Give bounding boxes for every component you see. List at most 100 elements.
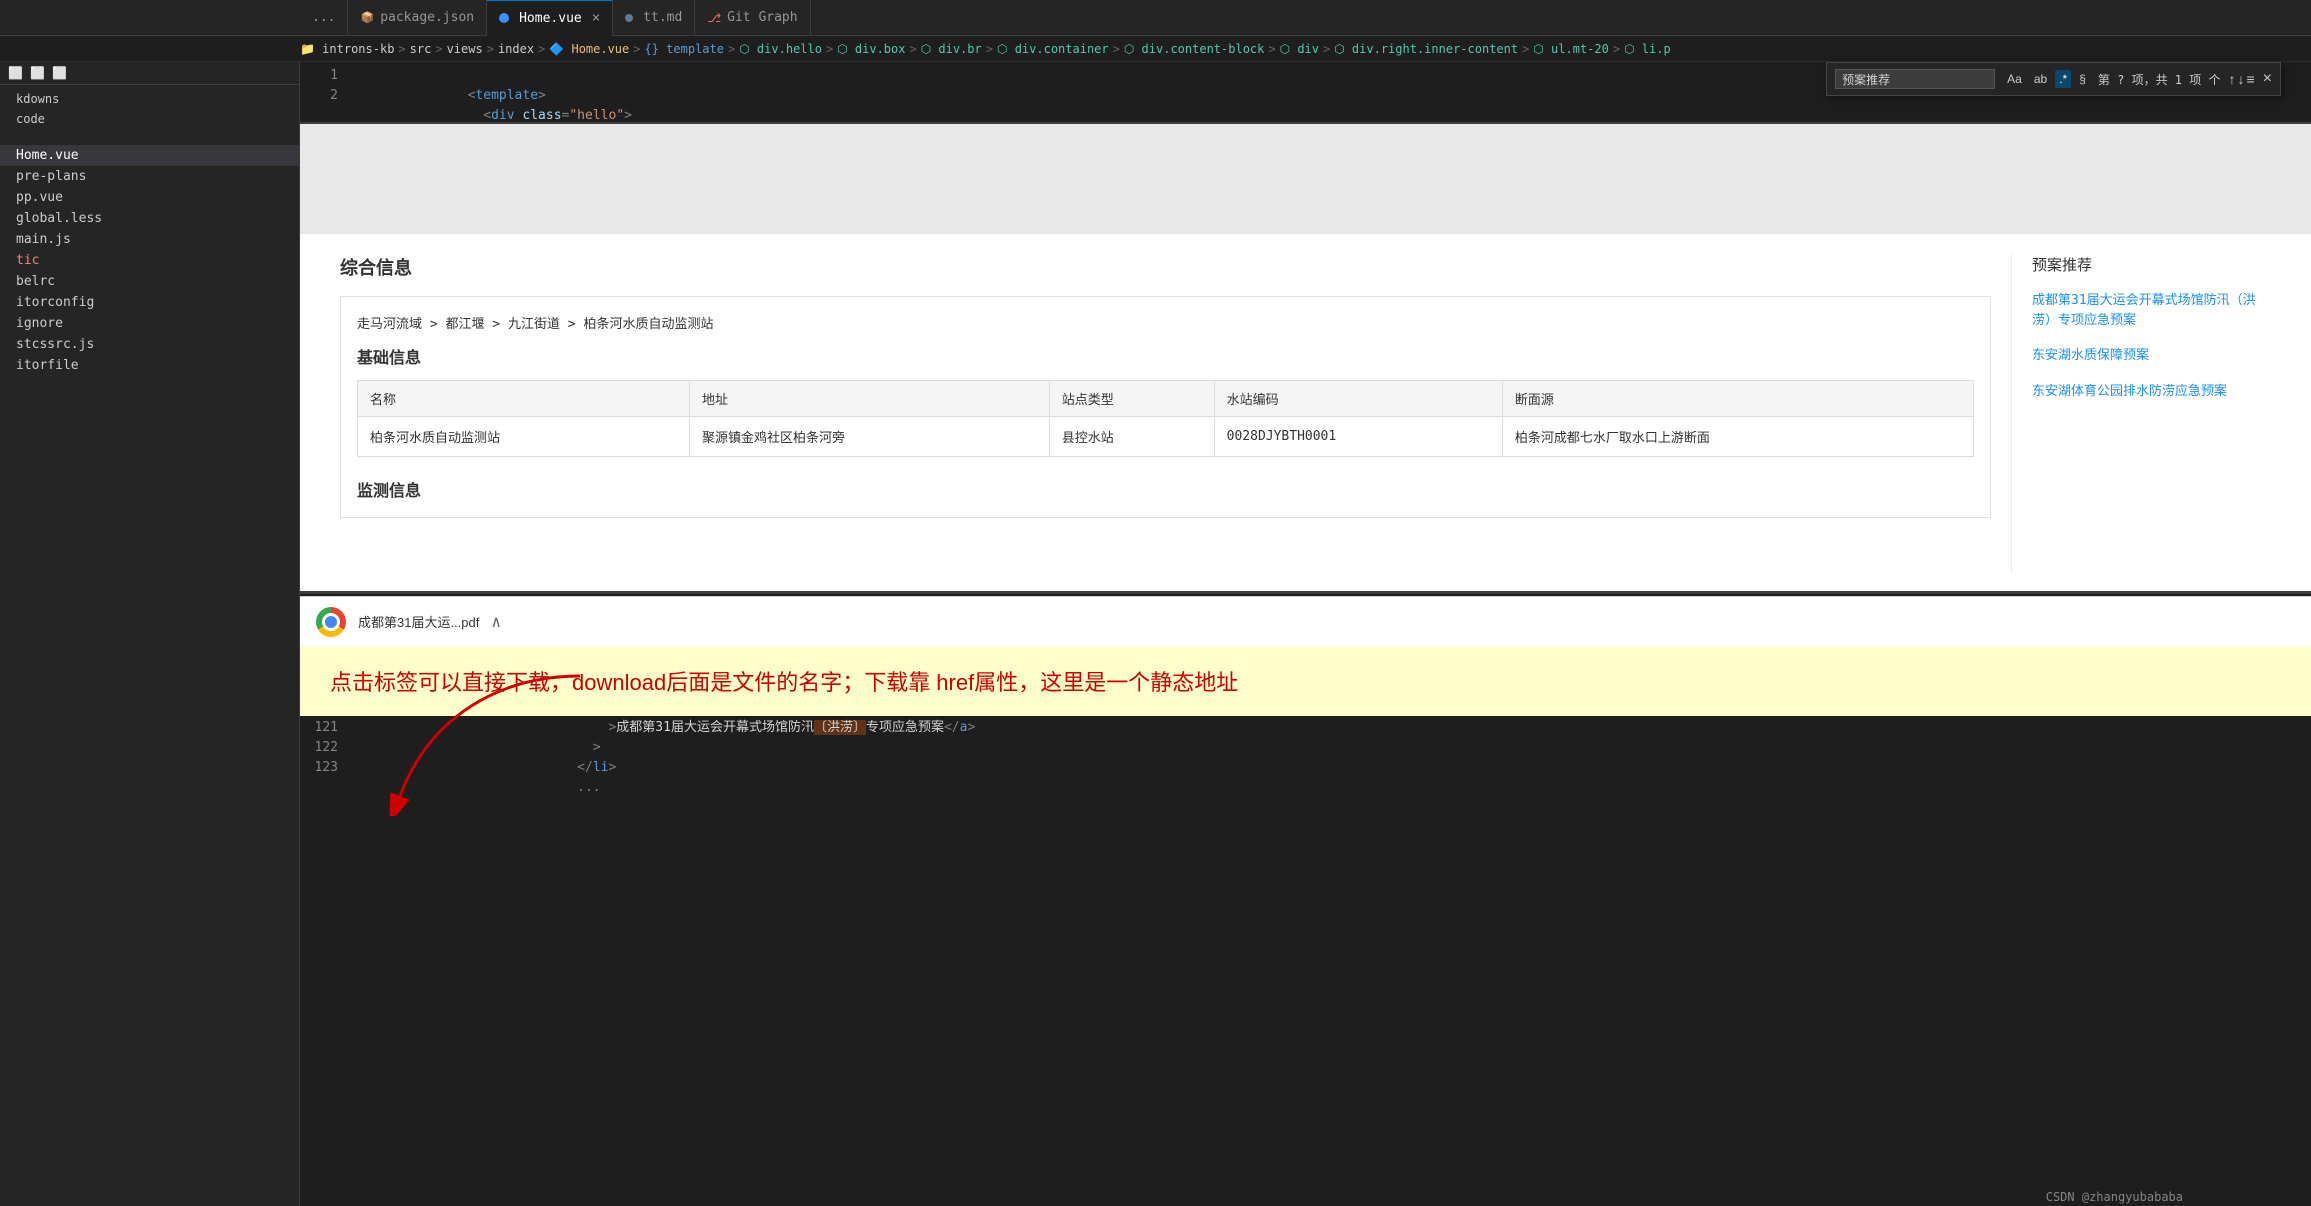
table-header-type: 站点类型 [1049, 381, 1214, 417]
tab-git-label: Git Graph [727, 10, 797, 25]
table-cell-name: 柏条河水质自动监测站 [358, 417, 690, 457]
find-word-btn[interactable]: ab [2030, 70, 2051, 88]
breadcrumb-part-12[interactable]: ⬡ div.right.inner-content [1334, 42, 1518, 56]
preview-pane: 综合信息 走马河流域 > 都江堰 > 九江街道 > 柏条河水质自动监测站 基础信… [300, 124, 2311, 594]
sidebar-item-ignore[interactable]: ignore [0, 313, 299, 334]
preplan-link-1[interactable]: 东安湖水质保障预案 [2032, 346, 2271, 366]
tab-home-dot [499, 13, 509, 23]
tab-package-label: package.json [380, 10, 474, 25]
sidebar-stcssrc-label: stcssrc.js [16, 337, 94, 352]
tab-git-icon: ⎇ [707, 11, 721, 25]
line-num-122: 122 [300, 738, 350, 758]
code-line-122: </li> [350, 738, 2311, 758]
sidebar: ⬜ ⬜ ⬜ kdowns code Home.vue pre-plans pp.… [0, 62, 300, 1206]
preview-top-strip [300, 124, 2311, 234]
breadcrumb-part-10[interactable]: ⬡ div.content-block [1124, 42, 1265, 56]
editor-area: 1 2 <template> <div class="hello"> 综合信息 [300, 62, 2311, 1206]
sidebar-item-tic[interactable]: tic [0, 250, 299, 271]
sidebar-main-label: main.js [16, 232, 71, 247]
sidebar-ignore-label: ignore [16, 316, 63, 331]
preplan-link-2[interactable]: 东安湖体育公园排水防涝应急预案 [2032, 382, 2271, 402]
find-next-btn[interactable]: ↓ [2237, 71, 2244, 87]
line-num-121: 121 [300, 718, 350, 738]
download-chevron[interactable]: ∧ [491, 612, 501, 631]
sidebar-item-stcssrc[interactable]: stcssrc.js [0, 334, 299, 355]
preplan-panel: 预案推荐 成都第31届大运会开幕式场馆防汛（洪涝）专项应急预案 东安湖水质保障预… [2011, 254, 2271, 574]
sidebar-belrc-label: belrc [16, 274, 55, 289]
tab-package-icon: 📦 [360, 11, 374, 24]
tab-tt-dot [625, 14, 633, 22]
find-input[interactable] [1835, 69, 1995, 89]
tab-dots-label: ... [312, 10, 335, 25]
tab-home-vue[interactable]: Home.vue × [487, 0, 613, 36]
breadcrumb-part-6[interactable]: ⬡ div.hello [739, 42, 822, 56]
breadcrumb-part-8[interactable]: ⬡ div.br [921, 42, 982, 56]
sidebar-item-main[interactable]: main.js [0, 229, 299, 250]
preplan-link-0[interactable]: 成都第31届大运会开幕式场馆防汛（洪涝）专项应急预案 [2032, 291, 2271, 330]
breadcrumb-part-4[interactable]: 🔷 Home.vue [549, 42, 629, 56]
sidebar-home-label: Home.vue [16, 148, 79, 163]
tab-package[interactable]: 📦 package.json [348, 0, 487, 36]
tab-home-label: Home.vue [519, 11, 582, 26]
breadcrumb-part-14[interactable]: ⬡ li.p [1624, 42, 1671, 56]
sidebar-item-home[interactable]: Home.vue [0, 145, 299, 166]
find-extra-btn[interactable]: § [2075, 70, 2090, 88]
csdn-credit: CSDN @zhangyubababa [2038, 1188, 2191, 1206]
sidebar-header: ⬜ ⬜ ⬜ [8, 66, 67, 80]
find-count: 第 ? 项，共 1 项 个 [2098, 71, 2221, 88]
table-row: 柏条河水质自动监测站 聚源镇金鸡社区柏条河旁 县控水站 0028DJYBTH00… [358, 417, 1974, 457]
tab-git-graph[interactable]: ⎇ Git Graph [695, 0, 810, 36]
find-case-btn[interactable]: Aa [2003, 70, 2026, 88]
chrome-icon [316, 607, 346, 637]
preview-breadcrumb: 走马河流域 > 都江堰 > 九江街道 > 柏条河水质自动监测站 [357, 313, 1974, 332]
find-nav: ↑ ↓ ≡ [2228, 71, 2254, 87]
sidebar-item-pp[interactable]: pp.vue [0, 187, 299, 208]
sidebar-item-itorfile[interactable]: itorfile [0, 355, 299, 376]
breadcrumb-part-5[interactable]: {} template [645, 42, 724, 56]
sidebar-itorfile-label: itorfile [16, 358, 79, 373]
preplan-title: 预案推荐 [2032, 254, 2271, 275]
download-bar: 成都第31届大运...pdf ∧ [300, 596, 2311, 646]
find-bar[interactable]: Aa ab .* § 第 ? 项，共 1 项 个 ↑ ↓ ≡ × [1826, 62, 2281, 96]
annotation-text: 点击标签可以直接下载，download后面是文件的名字；下载靠 href属性，这… [330, 665, 1238, 697]
find-regex-btn[interactable]: .* [2055, 70, 2071, 88]
table-header-addr: 地址 [689, 381, 1049, 417]
breadcrumb-bar: 📁 introns-kb > src > views > index > 🔷 H… [0, 36, 2311, 62]
breadcrumb-part-13[interactable]: ⬡ ul.mt-20 [1533, 42, 1609, 56]
breadcrumb-part-11[interactable]: ⬡ div [1280, 42, 1319, 56]
sidebar-preplans-label: pre-plans [16, 169, 86, 184]
table-header-name: 名称 [358, 381, 690, 417]
line-num-123: 123 [300, 758, 350, 778]
tab-tt-md[interactable]: tt.md [613, 0, 695, 36]
breadcrumb-part-2[interactable]: views [447, 42, 483, 56]
find-prev-btn[interactable]: ↑ [2228, 71, 2235, 87]
sidebar-item-code[interactable]: code [0, 109, 299, 129]
preview-basic-title: 基础信息 [357, 344, 1974, 368]
breadcrumb-part-3[interactable]: index [498, 42, 534, 56]
sidebar-tic-label: tic [16, 253, 39, 268]
sidebar-item-kdowns[interactable]: kdowns [0, 89, 299, 109]
table-cell-source: 柏条河成都七水厂取水口上游断面 [1502, 417, 1973, 457]
tab-home-close[interactable]: × [592, 10, 600, 26]
sidebar-item-belrc[interactable]: belrc [0, 271, 299, 292]
breadcrumb-part-9[interactable]: ⬡ div.container [997, 42, 1109, 56]
download-filename: 成都第31届大运...pdf [358, 612, 479, 631]
sidebar-pp-label: pp.vue [16, 190, 63, 205]
find-list-btn[interactable]: ≡ [2246, 71, 2254, 87]
tab-dots[interactable]: ... [300, 0, 348, 36]
breadcrumb-part-0[interactable]: 📁 introns-kb [300, 42, 394, 56]
preview-monitor-title: 监测信息 [357, 477, 1974, 501]
breadcrumb-part-1[interactable]: src [410, 42, 432, 56]
sidebar-item-itorconfig[interactable]: itorconfig [0, 292, 299, 313]
tab-bar: ... 📦 package.json Home.vue × tt.md ⎇ Gi… [0, 0, 2311, 36]
breadcrumb-part-7[interactable]: ⬡ div.box [837, 42, 905, 56]
find-options: Aa ab .* § [2003, 70, 2090, 88]
sidebar-item-pre-plans[interactable]: pre-plans [0, 166, 299, 187]
table-header-code: 水站编码 [1214, 381, 1502, 417]
sidebar-itorconfig-label: itorconfig [16, 295, 94, 310]
table-cell-addr: 聚源镇金鸡社区柏条河旁 [689, 417, 1049, 457]
sidebar-item-global[interactable]: global.less [0, 208, 299, 229]
table-cell-type: 县控水站 [1049, 417, 1214, 457]
find-close-btn[interactable]: × [2263, 70, 2272, 88]
code-line-123: ... [350, 758, 2311, 778]
